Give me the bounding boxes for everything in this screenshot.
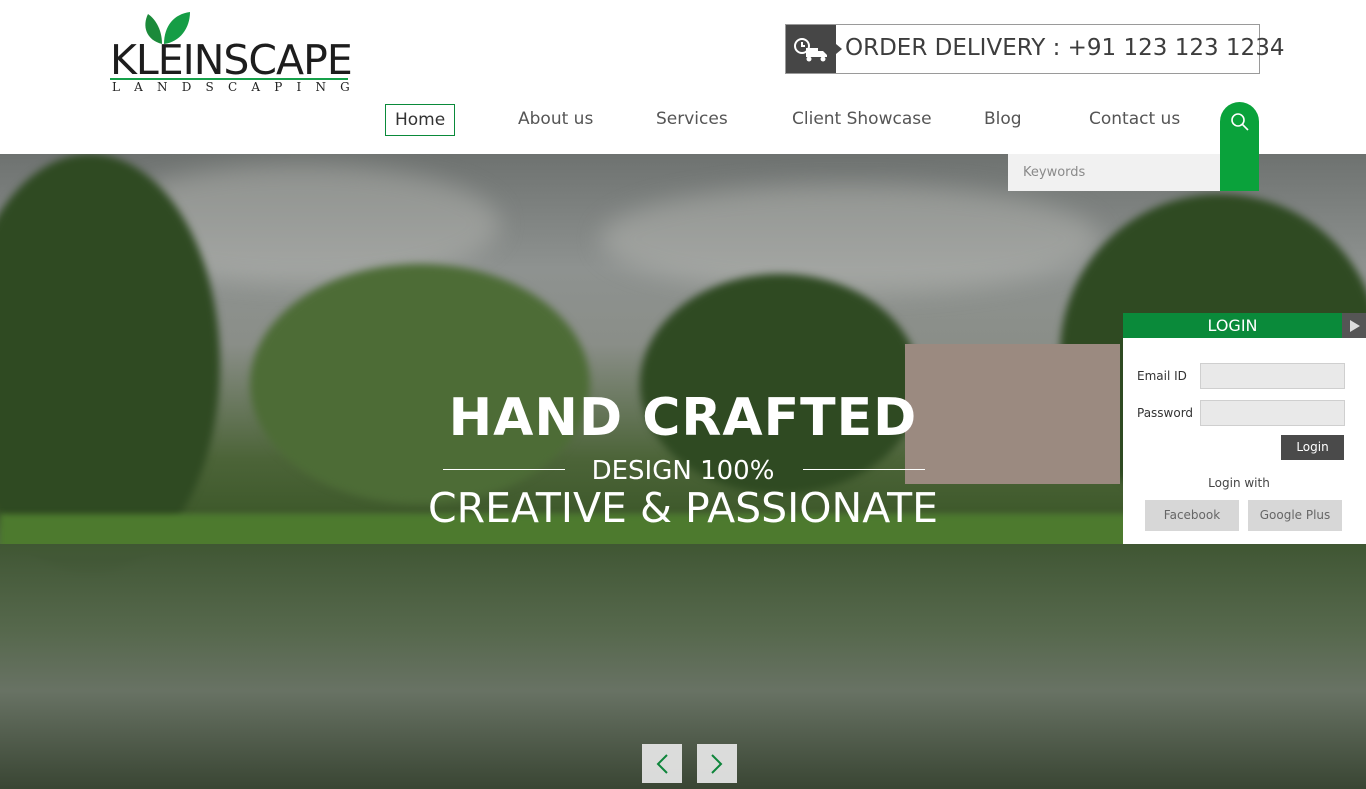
nav-blog[interactable]: Blog bbox=[984, 104, 1022, 134]
nav-contact-us[interactable]: Contact us bbox=[1089, 104, 1180, 134]
slider-next-button[interactable] bbox=[697, 744, 737, 783]
order-delivery-text: ORDER DELIVERY : +91 123 123 1234 bbox=[845, 35, 1285, 61]
slider-prev-button[interactable] bbox=[642, 744, 682, 783]
hero-mid-line: DESIGN 100% bbox=[443, 456, 925, 486]
search-input[interactable] bbox=[1008, 154, 1220, 191]
logo[interactable]: KLEINSCAPE LANDSCAPING bbox=[110, 10, 353, 98]
logo-tagline: LANDSCAPING bbox=[112, 80, 364, 94]
password-field[interactable] bbox=[1200, 400, 1345, 426]
google-plus-login-button[interactable]: Google Plus bbox=[1248, 500, 1342, 531]
hero-cloud bbox=[600, 184, 1100, 294]
email-field[interactable] bbox=[1200, 363, 1345, 389]
email-label: Email ID bbox=[1137, 369, 1187, 383]
login-panel: LOGIN Email ID Password Login Login with… bbox=[1123, 313, 1366, 544]
hero-rule-right bbox=[803, 469, 925, 470]
logo-title: KLEINSCAPE bbox=[110, 36, 353, 84]
nav-client-showcase[interactable]: Client Showcase bbox=[792, 104, 932, 134]
chevron-right-icon bbox=[711, 754, 723, 774]
chevron-left-icon bbox=[656, 754, 668, 774]
hero-water bbox=[0, 544, 1366, 789]
nav-about-us[interactable]: About us bbox=[518, 104, 593, 134]
facebook-login-button[interactable]: Facebook bbox=[1145, 500, 1239, 531]
hero-mid-text: DESIGN 100% bbox=[591, 456, 775, 486]
login-heading: LOGIN bbox=[1123, 313, 1342, 338]
nav-home[interactable]: Home bbox=[385, 104, 456, 136]
login-toggle-button[interactable] bbox=[1342, 313, 1366, 338]
order-delivery-banner[interactable]: ORDER DELIVERY : +91 123 123 1234 bbox=[785, 24, 1284, 74]
site-header: KLEINSCAPE LANDSCAPING ORDER DELIVERY : … bbox=[0, 0, 1366, 154]
login-button[interactable]: Login bbox=[1281, 435, 1344, 460]
nav-services[interactable]: Services bbox=[656, 104, 728, 134]
login-with-label: Login with bbox=[1208, 476, 1270, 490]
search-button[interactable] bbox=[1220, 102, 1259, 191]
password-label: Password bbox=[1137, 406, 1194, 420]
delivery-truck-icon bbox=[786, 25, 842, 73]
search-icon bbox=[1231, 113, 1249, 131]
